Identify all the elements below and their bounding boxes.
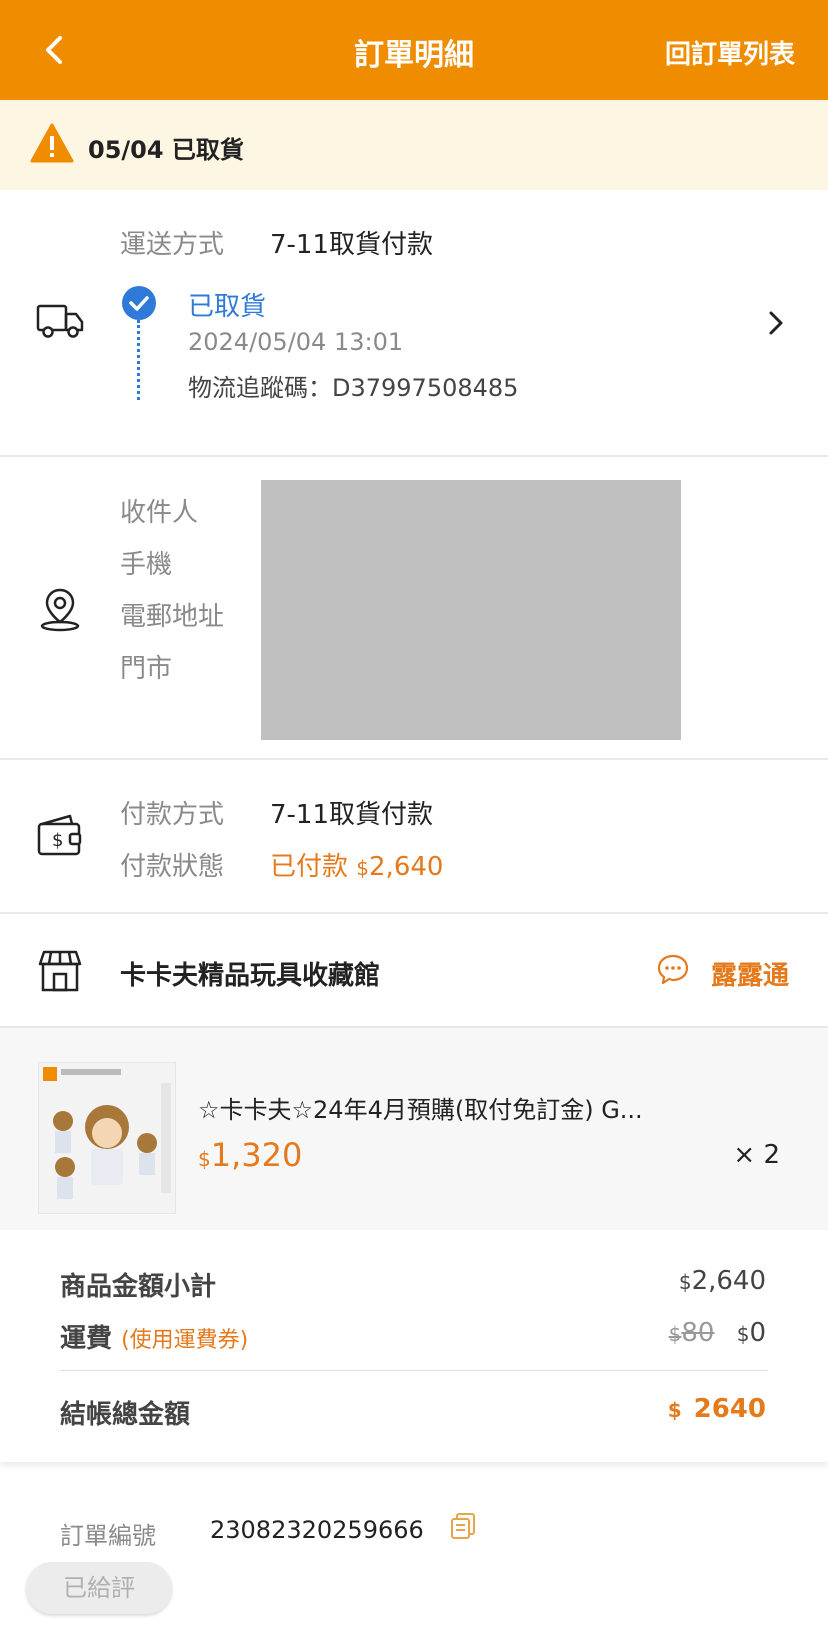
recipient-phone-label: 手機 [120, 550, 173, 580]
notice-text: 05/04 已取貨 [88, 136, 244, 164]
recipient-email-label: 電郵地址 [120, 602, 225, 632]
subtotal-value: $2,640 [679, 1266, 766, 1296]
shipping-method-label: 運送方式 [120, 230, 225, 260]
product-price-value: 1,320 [210, 1136, 303, 1174]
shipping-final-currency: $ [736, 1322, 750, 1346]
summary-divider [60, 1370, 768, 1371]
divider [0, 758, 828, 760]
payment-amount: 2,640 [369, 852, 444, 882]
payment-status-text: 已付款 [270, 852, 349, 882]
product-quantity: × 2 [733, 1140, 780, 1170]
shipping-fee-value: $80 $0 [669, 1318, 766, 1348]
check-circle-icon [122, 286, 156, 320]
tracking-number: 物流追蹤碼：D37997508485 [188, 374, 519, 402]
shipping-original-currency: $ [668, 1322, 682, 1346]
store-name[interactable]: 卡卡夫精品玩具收藏館 [120, 955, 380, 992]
total-amount: 2640 [693, 1394, 766, 1424]
product-name[interactable]: ☆卡卡夫☆24年4月預購(取付免訂金) G... [198, 1090, 643, 1125]
recipient-name-label: 收件人 [120, 498, 199, 528]
timeline-line [137, 320, 140, 400]
total-label: 結帳總金額 [60, 1400, 191, 1430]
copy-icon[interactable] [450, 1512, 476, 1540]
shipping-coupon-note: (使用運費券) [121, 1328, 249, 1353]
payment-currency: $ [356, 856, 370, 880]
shipping-method-value: 7-11取貨付款 [270, 230, 434, 260]
shipping-status: 已取貨 [188, 292, 267, 322]
shipping-original-amount: 80 [681, 1318, 715, 1348]
product-price: $1,320 [198, 1136, 302, 1174]
subtotal-amount: 2,640 [691, 1266, 766, 1296]
payment-status-value: 已付款 $2,640 [270, 846, 443, 883]
shipping-fee-text: 運費 [60, 1324, 113, 1354]
divider [0, 455, 828, 457]
product-thumbnail[interactable] [38, 1062, 176, 1214]
shipping-fee-label: 運費 (使用運費券) [60, 1318, 248, 1355]
total-currency: $ [667, 1398, 682, 1422]
app-header: 訂單明細 回訂單列表 [0, 0, 828, 100]
chevron-right-icon[interactable] [764, 308, 788, 338]
rated-button[interactable]: 已給評 [26, 1562, 172, 1614]
payment-method-value: 7-11取貨付款 [270, 800, 434, 830]
chat-bubble-icon[interactable] [656, 952, 690, 986]
shipping-original-price: $80 [669, 1318, 715, 1348]
total-value: $2640 [668, 1394, 766, 1424]
payment-method-label: 付款方式 [120, 800, 225, 830]
warning-icon [30, 123, 74, 163]
storefront-icon [38, 950, 82, 992]
shipping-final-amount: 0 [749, 1318, 766, 1348]
redacted-recipient-info [261, 480, 681, 740]
svg-text:$: $ [52, 830, 63, 851]
recipient-store-label: 門市 [120, 654, 173, 684]
order-number: 23082320259666 [210, 1516, 424, 1544]
subtotal-label: 商品金額小計 [60, 1272, 217, 1302]
payment-status-label: 付款狀態 [120, 852, 225, 882]
subtotal-currency: $ [678, 1270, 692, 1294]
location-pin-icon [40, 588, 80, 632]
product-currency: $ [198, 1147, 211, 1171]
divider [0, 912, 828, 914]
order-number-label: 訂單編號 [60, 1522, 156, 1550]
shipping-timestamp: 2024/05/04 13:01 [188, 328, 404, 356]
wallet-icon: $ [37, 814, 82, 856]
chat-button[interactable]: 露露通 [711, 955, 789, 992]
status-notice: 05/04 已取貨 [0, 100, 828, 190]
truck-icon [36, 304, 84, 338]
order-list-link[interactable]: 回訂單列表 [665, 34, 795, 71]
